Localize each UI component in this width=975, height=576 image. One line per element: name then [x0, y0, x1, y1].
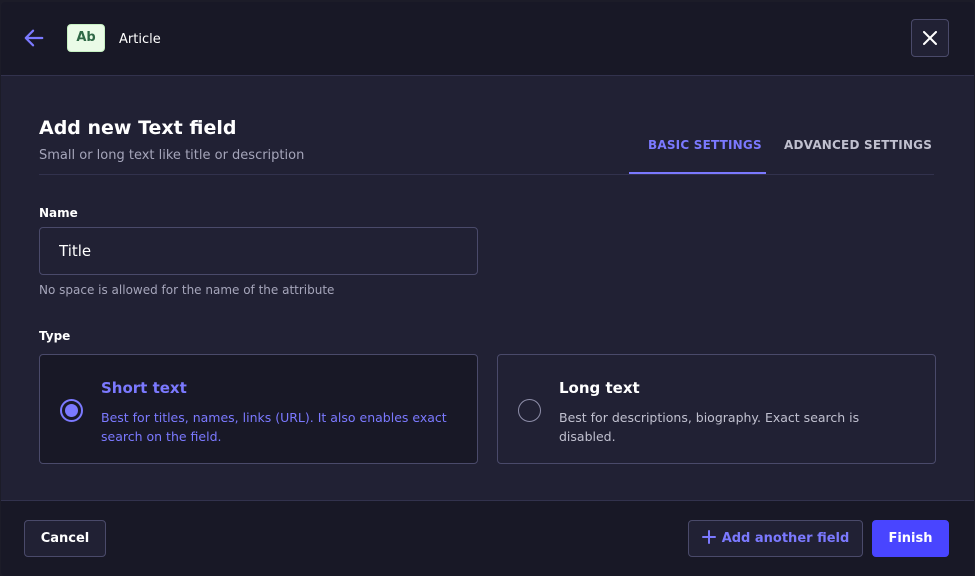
tabs-divider	[39, 174, 934, 175]
breadcrumb: Article	[119, 32, 161, 47]
name-label: Name	[39, 206, 78, 220]
add-field-modal: Ab Article Add new Text field Small or l…	[1, 2, 974, 576]
plus-icon	[701, 530, 716, 544]
type-option-long-text[interactable]: Long text Best for descriptions, biograp…	[497, 354, 936, 464]
finish-button[interactable]: Finish	[872, 520, 949, 557]
tab-basic-settings[interactable]: BASIC SETTINGS	[648, 138, 762, 152]
option-description: Best for titles, names, links (URL). It …	[101, 410, 447, 444]
cancel-button[interactable]: Cancel	[24, 520, 106, 557]
add-another-field-label: Add another field	[721, 531, 850, 546]
name-input[interactable]	[39, 227, 478, 275]
back-button[interactable]	[23, 27, 47, 51]
active-tab-indicator	[629, 172, 766, 174]
option-description: Best for descriptions, biography. Exact …	[559, 410, 860, 444]
close-icon	[923, 31, 937, 45]
radio-selected[interactable]	[60, 399, 83, 422]
text-field-badge: Ab	[67, 24, 105, 52]
page-subtitle: Small or long text like title or descrip…	[39, 148, 305, 163]
radio-unselected[interactable]	[518, 399, 541, 422]
type-label: Type	[39, 329, 71, 343]
tab-advanced-settings[interactable]: ADVANCED SETTINGS	[784, 138, 932, 152]
name-hint: No space is allowed for the name of the …	[39, 283, 335, 297]
option-title: Long text	[559, 379, 640, 397]
modal-header: Ab Article	[1, 2, 974, 76]
option-title: Short text	[101, 379, 187, 397]
arrow-left-icon	[24, 29, 44, 47]
modal-footer: Cancel Add another field Finish	[1, 500, 974, 576]
page-title: Add new Text field	[39, 117, 237, 139]
type-option-short-text[interactable]: Short text Best for titles, names, links…	[39, 354, 478, 464]
close-button[interactable]	[911, 19, 949, 57]
add-another-field-button[interactable]: Add another field	[688, 520, 863, 557]
